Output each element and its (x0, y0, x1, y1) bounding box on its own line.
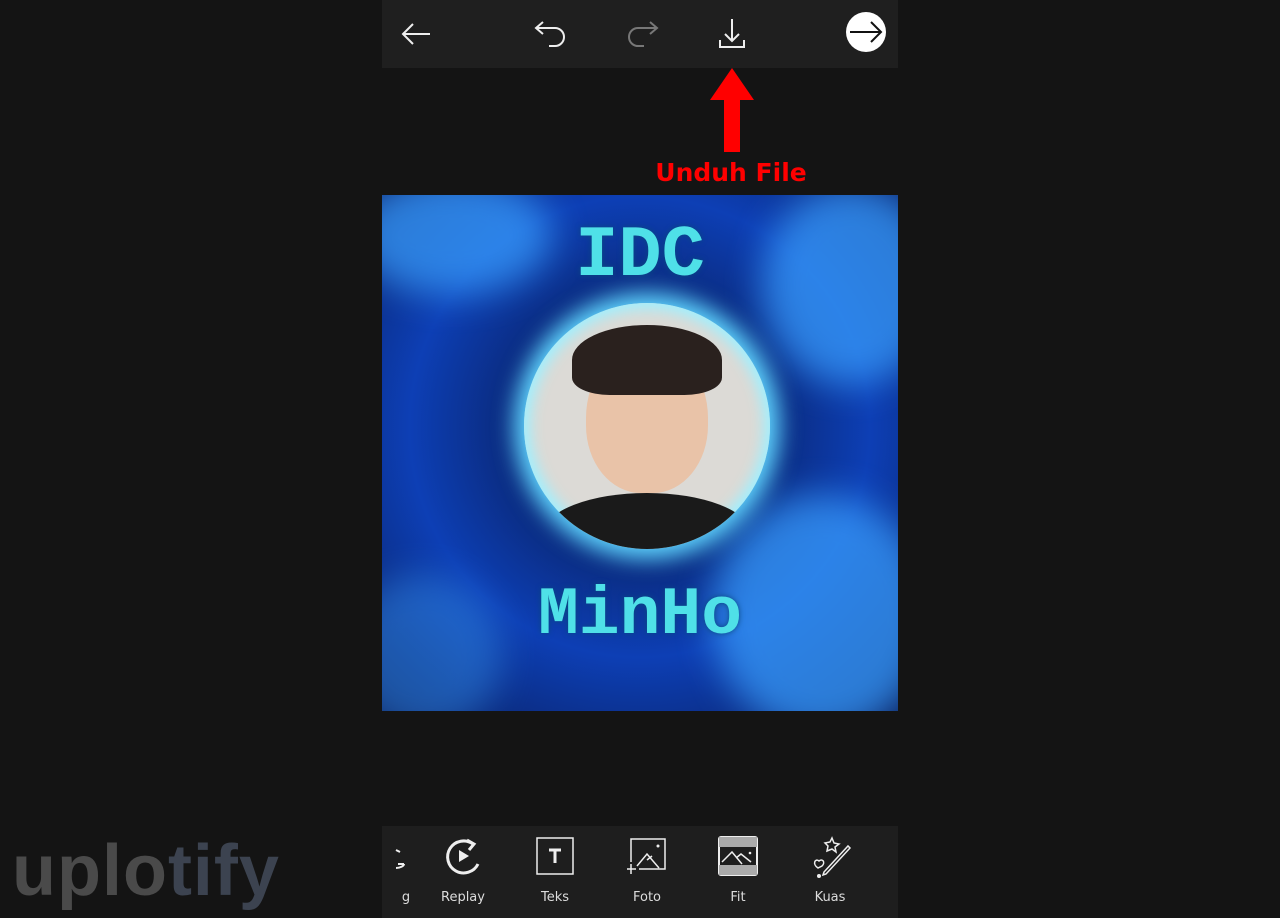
next-button[interactable] (846, 12, 886, 52)
watermark-part2: tify (167, 831, 280, 911)
tool-label: Foto (632, 890, 662, 905)
bottom-toolbar: g Replay Teks Foto Fit Kuas (382, 826, 898, 918)
design-canvas[interactable]: IDC MinHo (382, 195, 898, 711)
portrait-frame[interactable] (524, 303, 770, 549)
download-button[interactable] (712, 14, 752, 54)
tool-label: Fit (730, 890, 746, 905)
undo-icon (534, 21, 565, 47)
annotation-label: Unduh File (655, 158, 807, 187)
download-icon (719, 19, 745, 48)
tool-partial[interactable]: g (382, 826, 426, 918)
tool-fit[interactable]: Fit (698, 826, 778, 918)
portrait-body (544, 493, 750, 549)
watermark-part1: uplo (12, 831, 168, 911)
fit-icon (718, 836, 758, 876)
redo-button[interactable] (622, 14, 662, 54)
text-icon (536, 837, 574, 875)
portrait-hair (572, 325, 722, 395)
canvas-top-text[interactable]: IDC (382, 215, 898, 297)
redo-icon (628, 21, 659, 47)
top-toolbar (382, 0, 898, 68)
next-arrow-icon (846, 12, 886, 52)
back-arrow-icon (401, 23, 430, 45)
tool-teks[interactable]: Teks (515, 826, 595, 918)
add-photo-icon (627, 838, 666, 874)
canvas-bottom-text[interactable]: MinHo (382, 577, 898, 654)
tool-label: Kuas (814, 890, 846, 905)
tool-kuas[interactable]: Kuas (790, 826, 870, 918)
watermark-logo: uplotify (12, 830, 280, 912)
tool-label: Teks (540, 890, 570, 905)
replay-icon (446, 838, 480, 875)
brush-icon (813, 836, 852, 878)
undo-button[interactable] (531, 14, 571, 54)
tool-replay[interactable]: Replay (423, 826, 503, 918)
tool-foto[interactable]: Foto (607, 826, 687, 918)
annotation-arrow-icon (710, 68, 754, 152)
back-button[interactable] (396, 14, 436, 54)
tool-label: Replay (441, 890, 485, 905)
partial-icon (395, 849, 405, 869)
